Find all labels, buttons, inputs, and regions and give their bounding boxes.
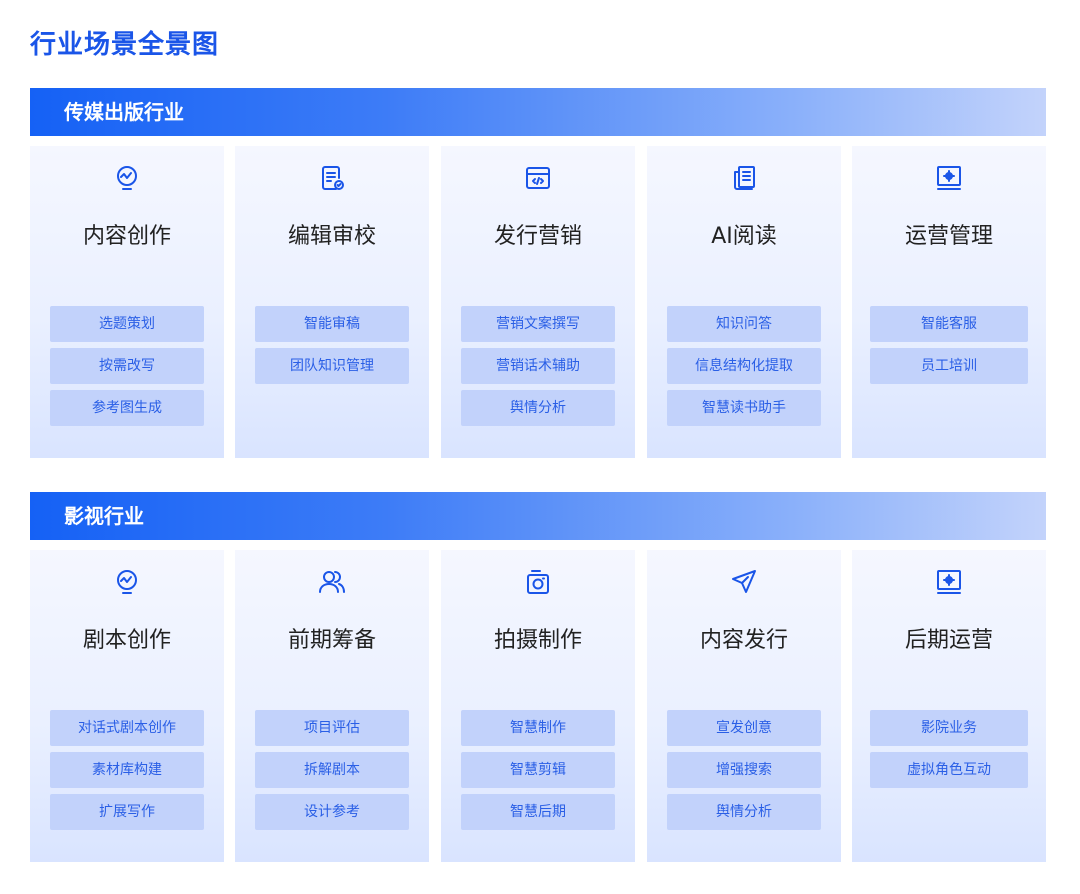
scenario-tag[interactable]: 素材库构建	[50, 752, 204, 788]
tag-list: 对话式剧本创作 素材库构建 扩展写作	[50, 710, 204, 830]
card-title: 后期运营	[904, 628, 993, 653]
scenario-card: AI阅读 知识问答 信息结构化提取 智慧读书助手	[647, 146, 841, 458]
document-check-icon	[322, 166, 344, 190]
scenario-tag[interactable]: 设计参考	[255, 794, 409, 830]
card-title: 运营管理	[904, 224, 993, 249]
bulb-chart-icon	[117, 166, 137, 190]
card-title: 前期筹备	[287, 628, 376, 653]
tag-list: 影院业务 虚拟角色互动	[870, 710, 1028, 788]
scenario-tag[interactable]: 团队知识管理	[255, 348, 409, 384]
bulb-chart-icon	[117, 570, 137, 594]
scenario-card: 编辑审校 智能审稿 团队知识管理	[235, 146, 429, 458]
scenario-tag[interactable]: 智慧剪辑	[461, 752, 615, 788]
scenario-tag[interactable]: 增强搜索	[667, 752, 821, 788]
scenario-card: 内容发行 宣发创意 增强搜索 舆情分析	[647, 550, 841, 862]
scenario-card: 剧本创作 对话式剧本创作 素材库构建 扩展写作	[30, 550, 224, 862]
scenario-tag[interactable]: 按需改写	[50, 348, 204, 384]
scenario-tag[interactable]: 舆情分析	[667, 794, 821, 830]
card-title: 编辑审校	[287, 224, 376, 249]
card-title: 剧本创作	[82, 628, 171, 653]
scenario-card: 发行营销 营销文案撰写 营销话术辅助 舆情分析	[441, 146, 635, 458]
scenario-tag[interactable]: 知识问答	[667, 306, 821, 342]
scenario-tag[interactable]: 营销文案撰写	[461, 306, 615, 342]
card-row: 剧本创作 对话式剧本创作 素材库构建 扩展写作 前期筹备 项目评估 拆解剧本 设…	[30, 550, 1046, 862]
scenario-card: 内容创作 选题策划 按需改写 参考图生成	[30, 146, 224, 458]
monitor-gear-icon	[937, 570, 961, 594]
card-title: 拍摄制作	[493, 628, 582, 653]
tag-list: 选题策划 按需改写 参考图生成	[50, 306, 204, 426]
scenario-tag[interactable]: 宣发创意	[667, 710, 821, 746]
scenario-tag[interactable]: 智慧读书助手	[667, 390, 821, 426]
scenario-tag[interactable]: 扩展写作	[50, 794, 204, 830]
scenario-tag[interactable]: 项目评估	[255, 710, 409, 746]
scenario-card: 拍摄制作 智慧制作 智慧剪辑 智慧后期	[441, 550, 635, 862]
tag-list: 宣发创意 增强搜索 舆情分析	[667, 710, 821, 830]
tag-list: 智能审稿 团队知识管理	[255, 306, 409, 384]
scenario-tag[interactable]: 虚拟角色互动	[870, 752, 1028, 788]
section-media-publishing: 传媒出版行业 内容创作 选题策划 按需改写 参考图生成 编辑审校 智能审稿 团队…	[30, 88, 1046, 458]
card-title: 内容发行	[699, 628, 788, 653]
scenario-tag[interactable]: 影院业务	[870, 710, 1028, 746]
scenario-tag[interactable]: 选题策划	[50, 306, 204, 342]
users-icon	[319, 571, 345, 593]
camera-icon	[527, 570, 549, 594]
tag-list: 项目评估 拆解剧本 设计参考	[255, 710, 409, 830]
tag-list: 智能客服 员工培训	[870, 306, 1028, 384]
scenario-card: 前期筹备 项目评估 拆解剧本 设计参考	[235, 550, 429, 862]
paper-plane-icon	[732, 570, 756, 593]
section-film-tv: 影视行业 剧本创作 对话式剧本创作 素材库构建 扩展写作 前期筹备 项目评估 拆…	[30, 492, 1046, 862]
scenario-tag[interactable]: 营销话术辅助	[461, 348, 615, 384]
card-title: AI阅读	[711, 224, 777, 249]
scenario-tag[interactable]: 拆解剧本	[255, 752, 409, 788]
scenario-tag[interactable]: 智慧制作	[461, 710, 615, 746]
scenario-tag[interactable]: 参考图生成	[50, 390, 204, 426]
section-header: 传媒出版行业	[30, 88, 1046, 136]
tag-list: 知识问答 信息结构化提取 智慧读书助手	[667, 306, 821, 426]
scenario-tag[interactable]: 员工培训	[870, 348, 1028, 384]
card-title: 内容创作	[82, 224, 171, 249]
code-window-icon	[526, 167, 550, 189]
scenario-tag[interactable]: 智能审稿	[255, 306, 409, 342]
scenario-card: 后期运营 影院业务 虚拟角色互动	[852, 550, 1046, 862]
scenario-tag[interactable]: 智慧后期	[461, 794, 615, 830]
reader-icon	[734, 166, 755, 190]
page-title: 行业场景全景图	[30, 30, 220, 60]
scenario-tag[interactable]: 对话式剧本创作	[50, 710, 204, 746]
card-row: 内容创作 选题策划 按需改写 参考图生成 编辑审校 智能审稿 团队知识管理 发行…	[30, 146, 1046, 458]
scenario-tag[interactable]: 智能客服	[870, 306, 1028, 342]
tag-list: 智慧制作 智慧剪辑 智慧后期	[461, 710, 615, 830]
scenario-card: 运营管理 智能客服 员工培训	[852, 146, 1046, 458]
card-title: 发行营销	[493, 224, 582, 249]
scenario-tag[interactable]: 信息结构化提取	[667, 348, 821, 384]
section-header: 影视行业	[30, 492, 1046, 540]
monitor-gear-icon	[937, 166, 961, 190]
tag-list: 营销文案撰写 营销话术辅助 舆情分析	[461, 306, 615, 426]
scenario-tag[interactable]: 舆情分析	[461, 390, 615, 426]
